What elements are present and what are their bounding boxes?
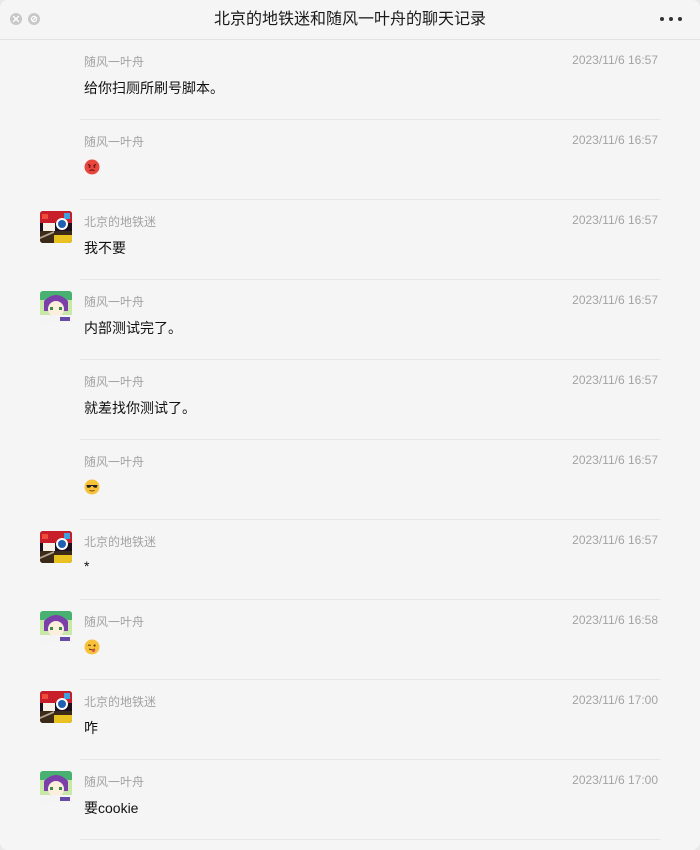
sender-name[interactable]: 随风一叶舟 xyxy=(84,53,144,70)
message-text: 内部测试完了。 xyxy=(84,320,182,336)
message-timestamp: 2023/11/6 16:58 xyxy=(572,613,658,627)
sender-name[interactable]: 随风一叶舟 xyxy=(84,453,144,470)
message-text: 我不要 xyxy=(84,240,126,256)
message-text: * xyxy=(84,558,90,574)
message-text: 咋 xyxy=(84,720,98,736)
avatar[interactable] xyxy=(40,291,72,323)
sender-name[interactable]: 北京的地铁迷 xyxy=(84,693,156,710)
avatar[interactable] xyxy=(40,771,72,803)
avatar[interactable] xyxy=(40,211,72,243)
more-dot-icon xyxy=(678,17,682,21)
window-title: 北京的地铁迷和随风一叶舟的聊天记录 xyxy=(213,11,486,28)
message-row[interactable]: 随风一叶舟 2023/11/6 16:57 就差找你测试了。 xyxy=(0,360,700,440)
angry-face-icon xyxy=(84,158,100,175)
message-text: 要cookie xyxy=(84,800,139,816)
message-row[interactable]: 北京的地铁迷 2023/11/6 16:57 我不要 xyxy=(0,200,700,280)
message-timestamp: 2023/11/6 16:57 xyxy=(572,453,658,467)
message-timestamp: 2023/11/6 16:57 xyxy=(572,213,658,227)
more-dot-icon xyxy=(660,17,664,21)
sender-name[interactable]: 随风一叶舟 xyxy=(84,773,144,790)
message-row[interactable]: 随风一叶舟 2023/11/6 16:57 xyxy=(0,120,700,200)
message-timestamp: 2023/11/6 16:57 xyxy=(572,53,658,67)
sunglasses-face-icon xyxy=(84,478,100,495)
avatar[interactable] xyxy=(40,691,72,723)
sender-name[interactable]: 随风一叶舟 xyxy=(84,133,144,150)
message-emoji xyxy=(84,158,100,175)
more-dot-icon xyxy=(669,17,673,21)
message-timestamp: 2023/11/6 16:57 xyxy=(572,533,658,547)
sender-name[interactable]: 随风一叶舟 xyxy=(84,373,144,390)
title-bar: 北京的地铁迷和随风一叶舟的聊天记录 xyxy=(0,0,700,40)
message-text: 给你扫厕所刷号脚本。 xyxy=(84,80,224,96)
sender-name[interactable]: 北京的地铁迷 xyxy=(84,533,156,550)
sender-name[interactable]: 北京的地铁迷 xyxy=(84,213,156,230)
message-timestamp: 2023/11/6 16:57 xyxy=(572,293,658,307)
message-row[interactable]: 随风一叶舟 2023/11/6 17:00 要cookie xyxy=(0,760,700,840)
message-divider xyxy=(80,839,660,840)
message-timestamp: 2023/11/6 17:00 xyxy=(572,693,658,707)
message-row[interactable]: 北京的地铁迷 2023/11/6 17:00 咋 xyxy=(0,680,700,760)
message-emoji xyxy=(84,638,100,655)
more-options-button[interactable] xyxy=(660,12,682,26)
message-row[interactable]: 北京的地铁迷 2023/11/6 16:57 * xyxy=(0,520,700,600)
message-row[interactable]: 随风一叶舟 2023/11/6 16:58 xyxy=(0,600,700,680)
sender-name[interactable]: 随风一叶舟 xyxy=(84,613,144,630)
sender-name[interactable]: 随风一叶舟 xyxy=(84,293,144,310)
message-emoji xyxy=(84,478,100,495)
avatar[interactable] xyxy=(40,531,72,563)
message-row[interactable]: 随风一叶舟 2023/11/6 16:57 给你扫厕所刷号脚本。 xyxy=(0,40,700,120)
tongue-out-face-icon xyxy=(84,638,100,655)
message-timestamp: 2023/11/6 16:57 xyxy=(572,373,658,387)
message-timestamp: 2023/11/6 16:57 xyxy=(572,133,658,147)
message-timestamp: 2023/11/6 17:00 xyxy=(572,773,658,787)
message-text: 就差找你测试了。 xyxy=(84,400,196,416)
chat-history-window: 北京的地铁迷和随风一叶舟的聊天记录 随风一叶舟 2023/11/6 16:57 给你… xyxy=(0,0,700,850)
message-row[interactable]: 随风一叶舟 2023/11/6 16:57 内部测试完了。 xyxy=(0,280,700,360)
avatar[interactable] xyxy=(40,611,72,643)
message-row[interactable]: 随风一叶舟 2023/11/6 16:57 xyxy=(0,440,700,520)
